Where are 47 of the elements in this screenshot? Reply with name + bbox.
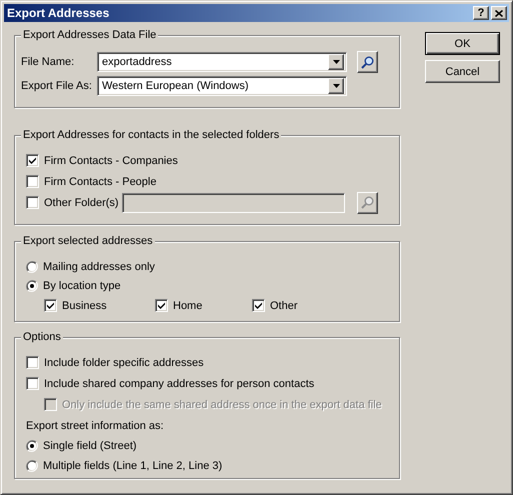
caret-icon <box>332 60 340 64</box>
radio-label[interactable]: Mailing addresses only <box>43 260 155 272</box>
group-title: Options <box>21 330 63 344</box>
dialog-button[interactable]: OK <box>425 32 500 55</box>
close-icon <box>495 10 503 16</box>
check-icon <box>29 157 36 164</box>
checkbox[interactable] <box>26 175 39 188</box>
checkbox-label[interactable]: Include folder specific addresses <box>44 356 204 368</box>
radio-button[interactable] <box>26 280 38 292</box>
checkbox[interactable] <box>155 299 168 312</box>
checkbox-label[interactable]: Firm Contacts - People <box>44 176 156 188</box>
check-icon <box>158 302 165 309</box>
radio-label[interactable]: By location type <box>43 280 121 292</box>
search-icon <box>361 196 374 209</box>
radio-button[interactable] <box>26 440 38 452</box>
window-title: Export Addresses <box>7 6 110 20</box>
checkbox[interactable] <box>44 299 57 312</box>
radio-label[interactable]: Single field (Street) <box>43 440 137 452</box>
checkbox[interactable] <box>252 299 265 312</box>
dropdown-field[interactable]: Western European (Windows) <box>97 76 347 96</box>
group-title: Export Addresses Data File <box>21 28 158 42</box>
radio-button[interactable] <box>26 260 38 272</box>
group-title: Export selected addresses <box>21 234 155 248</box>
caret-icon <box>332 84 340 88</box>
search-icon <box>361 56 374 68</box>
group-title: Export Addresses for contacts in the selected folders <box>21 128 282 142</box>
checkbox-label[interactable]: Home <box>173 300 202 312</box>
browse-button[interactable] <box>357 192 378 214</box>
checkbox[interactable] <box>26 154 39 167</box>
radio-label[interactable]: Multiple fields (Line 1, Line 2, Line 3) <box>43 460 222 472</box>
browse-button[interactable] <box>357 51 378 73</box>
check-icon <box>47 302 54 309</box>
section-label: Export street information as: <box>26 418 165 434</box>
field-label: Export File As: <box>21 80 93 92</box>
checkbox[interactable] <box>26 356 39 369</box>
checkbox[interactable] <box>26 377 39 390</box>
dropdown-field[interactable]: exportaddress <box>97 52 347 72</box>
close-button[interactable] <box>491 6 507 20</box>
checkbox-label[interactable]: Business <box>62 300 107 312</box>
help-button[interactable]: ? <box>473 6 489 20</box>
check-icon <box>255 302 262 309</box>
checkbox-label[interactable]: Other <box>270 300 298 312</box>
field-label: File Name: <box>21 56 76 68</box>
checkbox-label[interactable]: Include shared company addresses for person contacts <box>44 378 314 390</box>
radio-button[interactable] <box>26 460 38 472</box>
dialog-button[interactable]: Cancel <box>425 60 500 83</box>
checkbox-label[interactable]: Firm Contacts - Companies <box>44 154 178 166</box>
